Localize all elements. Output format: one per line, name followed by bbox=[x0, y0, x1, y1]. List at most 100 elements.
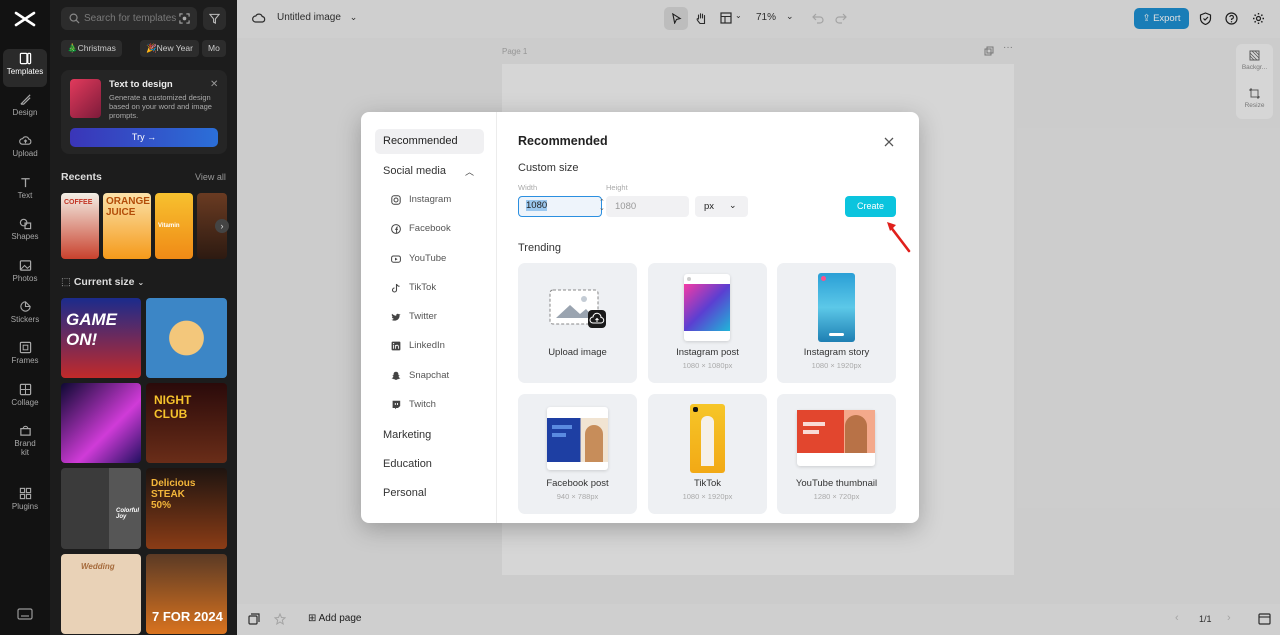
promo-close-icon[interactable]: ✕ bbox=[210, 79, 218, 90]
card-title: YouTube thumbnail bbox=[795, 478, 878, 489]
card-size: 1080 × 1920px bbox=[811, 361, 862, 370]
chevron-down-icon: ⌄ bbox=[729, 200, 737, 210]
recent-tile[interactable]: Vitamin bbox=[155, 193, 193, 259]
rail-label: Stickers bbox=[10, 315, 40, 324]
card-size: 1080 × 1080px bbox=[682, 361, 733, 370]
tiktok-icon bbox=[391, 283, 400, 293]
chevron-down-icon: ⌄ bbox=[137, 278, 145, 287]
close-icon[interactable] bbox=[883, 136, 895, 148]
card-size: 940 × 788px bbox=[556, 492, 599, 501]
search-icon bbox=[69, 13, 80, 24]
chip-christmas[interactable]: 🎄Christmas bbox=[61, 40, 122, 57]
brand-kit-icon bbox=[19, 425, 31, 436]
rail-label: Upload bbox=[12, 149, 38, 158]
rail-upload[interactable]: Upload bbox=[3, 131, 47, 169]
nav-education[interactable]: Education bbox=[383, 458, 432, 470]
create-design-dialog: Recommended Social media ︿ Instagram Fac… bbox=[361, 112, 919, 523]
editor-app: Templates Design Upload Text Shapes Phot… bbox=[0, 0, 1280, 635]
card-title: Facebook post bbox=[546, 478, 609, 489]
rail-shapes[interactable]: Shapes bbox=[3, 214, 47, 252]
height-label: Height bbox=[606, 183, 628, 192]
card-size: 1280 × 720px bbox=[813, 492, 860, 501]
template-search[interactable]: Search for templates bbox=[61, 7, 197, 30]
snapchat-icon bbox=[391, 371, 401, 380]
text-to-design-card: Text to design Generate a customized des… bbox=[61, 70, 227, 154]
nav-marketing[interactable]: Marketing bbox=[383, 429, 431, 441]
nav-social-media[interactable]: Social media bbox=[383, 165, 446, 177]
twitter-icon bbox=[391, 313, 401, 321]
left-rail: Templates Design Upload Text Shapes Phot… bbox=[0, 0, 50, 635]
dialog-category-nav: Recommended Social media ︿ Instagram Fac… bbox=[361, 112, 497, 523]
rail-label: Text bbox=[17, 191, 33, 200]
card-youtube-thumbnail[interactable]: YouTube thumbnail 1280 × 720px bbox=[777, 394, 896, 514]
template-tile[interactable]: NIGHT CLUB bbox=[146, 383, 227, 463]
rail-collage[interactable]: Collage bbox=[3, 380, 47, 418]
template-tile[interactable]: Colorful Joy bbox=[61, 468, 141, 549]
recent-tile[interactable]: COFFEE bbox=[61, 193, 99, 259]
recents-title: Recents bbox=[61, 171, 102, 183]
rail-label: Design bbox=[12, 108, 38, 117]
rail-templates[interactable]: Templates bbox=[3, 49, 47, 87]
width-stepper-icon[interactable]: ⌃ ⌄ bbox=[599, 199, 605, 212]
card-facebook-post[interactable]: Facebook post 940 × 788px bbox=[518, 394, 637, 514]
chip-more[interactable]: Mo bbox=[202, 40, 226, 57]
chip-new-year[interactable]: 🎉New Year bbox=[140, 40, 199, 57]
rail-frames[interactable]: Frames bbox=[3, 338, 47, 376]
template-tile[interactable]: GAME ON! bbox=[61, 298, 141, 378]
height-input[interactable]: 1080 bbox=[606, 196, 689, 217]
dialog-title: Recommended bbox=[518, 134, 608, 148]
design-icon bbox=[19, 94, 31, 105]
template-tile[interactable] bbox=[61, 383, 141, 463]
nav-recommended[interactable]: Recommended bbox=[375, 129, 484, 154]
unit-select[interactable]: px ⌄ bbox=[695, 196, 748, 217]
upload-icon bbox=[18, 136, 31, 145]
card-title: Instagram story bbox=[803, 347, 870, 358]
card-preview bbox=[690, 404, 725, 473]
filter-button[interactable] bbox=[203, 7, 226, 30]
create-button[interactable]: Create bbox=[845, 196, 896, 217]
recents-next-icon[interactable]: › bbox=[215, 219, 229, 233]
rail-text[interactable]: Text bbox=[3, 173, 47, 211]
card-preview bbox=[797, 410, 875, 466]
rail-brand-kit[interactable]: Brand kit bbox=[3, 421, 47, 467]
card-instagram-story[interactable]: Instagram story 1080 × 1920px bbox=[777, 263, 896, 383]
card-instagram-post[interactable]: Instagram post 1080 × 1080px bbox=[648, 263, 767, 383]
stickers-icon bbox=[19, 301, 31, 312]
rail-label: Photos bbox=[12, 274, 38, 283]
annotation-arrow-icon bbox=[887, 222, 911, 253]
shapes-icon bbox=[19, 218, 31, 230]
linkedin-icon bbox=[391, 341, 401, 351]
rail-stickers[interactable]: Stickers bbox=[3, 297, 47, 335]
card-title: TikTok bbox=[693, 478, 722, 489]
card-title: Instagram post bbox=[676, 347, 739, 358]
card-upload-image[interactable]: Upload image bbox=[518, 263, 637, 383]
recent-tile[interactable]: ORANGE JUICE bbox=[103, 193, 151, 259]
card-tiktok[interactable]: TikTok 1080 × 1920px bbox=[648, 394, 767, 514]
rail-design[interactable]: Design bbox=[3, 90, 47, 128]
rail-plugins[interactable]: Plugins bbox=[3, 484, 47, 522]
search-input[interactable]: Search for templates bbox=[84, 13, 176, 24]
templates-icon bbox=[19, 52, 31, 65]
rail-label: Frames bbox=[11, 356, 39, 365]
chevron-up-icon[interactable]: ︿ bbox=[465, 165, 474, 178]
custom-size-label: Custom size bbox=[518, 162, 579, 174]
try-button[interactable]: Try → bbox=[70, 128, 218, 147]
rail-label: Collage bbox=[11, 398, 39, 407]
template-tile[interactable]: Delicious STEAK 50% bbox=[146, 468, 227, 549]
plugins-icon bbox=[19, 487, 31, 500]
width-input[interactable]: 1080 bbox=[518, 196, 602, 217]
template-tile[interactable]: Wedding bbox=[61, 554, 141, 634]
card-title: Upload image bbox=[548, 347, 607, 358]
template-tile[interactable] bbox=[146, 298, 227, 378]
nav-personal[interactable]: Personal bbox=[383, 487, 426, 499]
grid-icon: ⬚ bbox=[61, 276, 71, 288]
view-all-link[interactable]: View all bbox=[195, 172, 226, 182]
promo-description: Generate a customized design based on yo… bbox=[109, 93, 212, 120]
template-tile[interactable]: 7 FOR 2024 bbox=[146, 554, 227, 634]
keyboard-icon[interactable] bbox=[17, 607, 33, 621]
rail-photos[interactable]: Photos bbox=[3, 256, 47, 294]
frames-icon bbox=[19, 341, 31, 354]
capcut-logo-icon[interactable] bbox=[12, 8, 38, 30]
image-search-icon[interactable] bbox=[179, 13, 190, 24]
current-size-title[interactable]: ⬚ Current size ⌄ bbox=[61, 276, 144, 288]
